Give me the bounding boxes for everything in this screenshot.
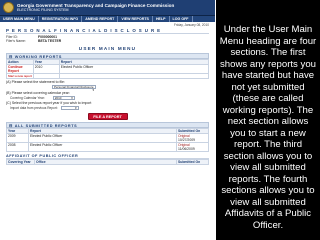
import-select[interactable] [60, 106, 79, 111]
report-name: Elected Public Officer [58, 63, 210, 74]
caption-text: Under the User Main Menu heading are fou… [219, 24, 317, 231]
report-year: 2010 [32, 63, 60, 74]
table-row: 2009 Elected Public Officer Original 10/… [6, 132, 209, 143]
report-year: 2008 [6, 141, 29, 152]
year-label: Covering Calendar Year: [10, 95, 45, 100]
nav-log-off[interactable]: LOG OFF [170, 16, 193, 22]
submitted-reports-title: ALL SUBMITTED REPORTS [14, 123, 78, 128]
nav-help[interactable]: HELP [153, 16, 170, 22]
filer-name-label: Filer's Name: [6, 39, 26, 44]
start-new-report-link[interactable]: Start a new report [6, 72, 34, 80]
column-header: Submitted On [176, 158, 209, 165]
site-title: Georgia Government Transparency and Camp… [17, 2, 175, 8]
affidavit-table: Covering Year Office Submitted On [6, 158, 209, 165]
collapse-icon[interactable]: ⊟ [9, 54, 13, 59]
working-reports-table: Action Year Report Continue Report 2010 … [6, 58, 210, 80]
submitted-cell: Original 10/27/2009 [176, 132, 209, 143]
submitted-cell: Original 11/06/2009 [176, 141, 209, 152]
main-nav: USER MAIN MENU REGISTRATION INFO AMEND R… [0, 16, 215, 22]
continue-report-link[interactable]: Continue Report [6, 63, 34, 74]
filer-name-value: BETA TESTER [38, 39, 62, 44]
statement-select[interactable]: Personal Financial Disclosure [52, 85, 96, 90]
report-year [32, 72, 60, 80]
report-name: Elected Public Officer [28, 132, 177, 143]
column-header: Covering Year [6, 158, 35, 165]
nav-view-reports[interactable]: VIEW REPORTS [118, 16, 153, 22]
year-select[interactable]: 2010 [52, 95, 75, 100]
table-row: 2008 Elected Public Officer Original 11/… [6, 141, 209, 152]
submitted-date: 11/06/2009 [178, 146, 195, 151]
report-name [58, 72, 210, 80]
file-report-button[interactable]: FILE A REPORT [87, 112, 128, 120]
report-name: Elected Public Officer [28, 141, 177, 152]
site-header: Georgia Government Transparency and Camp… [0, 0, 215, 16]
column-header: Office [34, 158, 177, 165]
working-reports-title: WORKING REPORTS [14, 54, 62, 59]
collapse-icon[interactable]: ⊟ [9, 123, 13, 128]
table-row: Continue Report 2010 Elected Public Offi… [6, 63, 210, 74]
report-year: 2009 [6, 132, 29, 143]
filer-info: Filer ID: F000000001 Filer's Name: BETA … [6, 35, 209, 44]
state-seal-icon [3, 2, 14, 13]
nav-amend-report[interactable]: AMEND REPORT [82, 16, 119, 22]
site-subtitle: ELECTRONIC FILING SYSTEM [17, 7, 69, 12]
caption-panel: Under the User Main Menu heading are fou… [216, 0, 320, 240]
disclosure-title: P E R S O N A L F I N A N C I A L D I S … [6, 28, 209, 34]
nav-user-main-menu[interactable]: USER MAIN MENU [0, 16, 39, 22]
table-row: Start a new report [6, 72, 210, 80]
menu-title: USER MAIN MENU [78, 45, 137, 51]
import-label: Import data from previous Report: [10, 106, 58, 111]
nav-registration-info[interactable]: REGISTRATION INFO [39, 16, 83, 22]
submitted-date: 10/27/2009 [178, 137, 195, 142]
screenshot-panel: Georgia Government Transparency and Camp… [0, 0, 215, 240]
submitted-reports-table: Year Report Submitted On 2009 Elected Pu… [6, 127, 209, 152]
